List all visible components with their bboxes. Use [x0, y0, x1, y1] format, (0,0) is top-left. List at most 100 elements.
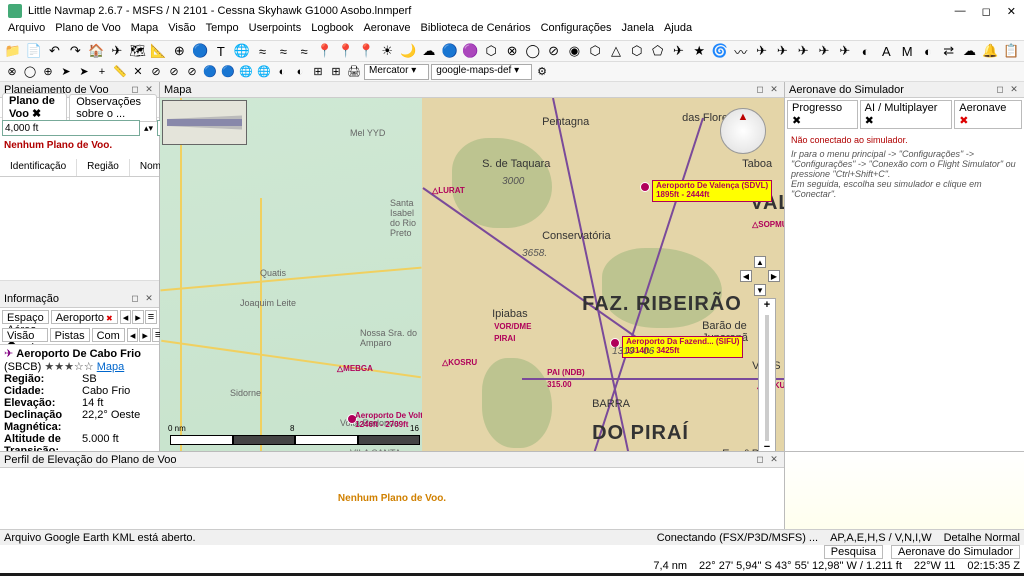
minimap[interactable] — [162, 100, 247, 145]
menu-tempo[interactable]: Tempo — [206, 22, 239, 40]
tab-airport[interactable]: Aeroporto — [51, 310, 118, 324]
toolbar1-btn-21[interactable]: 🔵 — [441, 42, 459, 60]
toolbar2-btn-5[interactable]: + — [94, 64, 110, 80]
subtab-prev[interactable]: ◂ — [127, 328, 139, 342]
toolbar1-btn-35[interactable]: 〰 — [732, 42, 750, 60]
toolbar1-btn-13[interactable]: ≈ — [274, 42, 292, 60]
panel-close-button[interactable]: ✕ — [143, 293, 155, 305]
menu-janela[interactable]: Janela — [622, 22, 654, 40]
tab-sim-aircraft[interactable]: Aeronave do Simulador — [891, 545, 1020, 559]
toolbar2-btn-10[interactable]: ⊘ — [184, 64, 200, 80]
toolbar2-btn-17[interactable]: ⊞ — [310, 64, 326, 80]
toolbar1-btn-2[interactable]: ↶ — [46, 42, 64, 60]
toolbar1-btn-20[interactable]: ☁ — [420, 42, 438, 60]
subtab-com[interactable]: Com — [92, 328, 125, 342]
toolbar2-btn-6[interactable]: 📏 — [112, 64, 128, 80]
toolbar1-btn-32[interactable]: ✈ — [670, 42, 688, 60]
airport-symbol[interactable] — [640, 182, 650, 192]
toolbar1-btn-3[interactable]: ↷ — [66, 42, 84, 60]
pan-up[interactable]: ▲ — [754, 256, 766, 268]
toolbar2-btn-19[interactable]: 🖨 — [346, 64, 362, 80]
menu-ajuda[interactable]: Ajuda — [664, 22, 692, 40]
map-canvas[interactable]: Mel YYDNova FriburgoSanta Isabel do Rio … — [160, 98, 784, 451]
toolbar1-btn-11[interactable]: 🌐 — [233, 42, 251, 60]
toolbar2-btn-2[interactable]: ⊕ — [40, 64, 56, 80]
menu-visão[interactable]: Visão — [168, 22, 195, 40]
menu-userpoints[interactable]: Userpoints — [249, 22, 302, 40]
menu-mapa[interactable]: Mapa — [131, 22, 159, 40]
toolbar2-btn-12[interactable]: 🔵 — [220, 64, 236, 80]
toolbar2-btn-3[interactable]: ➤ — [58, 64, 74, 80]
toolbar1-btn-47[interactable]: 🔔 — [981, 42, 999, 60]
toolbar2-btn-11[interactable]: 🔵 — [202, 64, 218, 80]
toolbar2-btn-15[interactable]: ◐ — [274, 64, 290, 80]
toolbar1-btn-34[interactable]: 🌀 — [711, 42, 729, 60]
subtab-next[interactable]: ▸ — [139, 328, 151, 342]
toolbar1-btn-17[interactable]: 📍 — [358, 42, 376, 60]
toolbar2-btn-7[interactable]: ✕ — [130, 64, 146, 80]
panel-float-button[interactable]: ◻ — [994, 84, 1006, 96]
menu-logbook[interactable]: Logbook — [311, 22, 353, 40]
toolbar1-btn-33[interactable]: ★ — [690, 42, 708, 60]
toolbar1-btn-36[interactable]: ✈ — [753, 42, 771, 60]
pan-down[interactable]: ▼ — [754, 284, 766, 296]
panel-float-button[interactable]: ◻ — [754, 84, 766, 96]
toolbar1-btn-46[interactable]: ☁ — [961, 42, 979, 60]
toolbar2-btn-1[interactable]: ◯ — [22, 64, 38, 80]
toolbar1-btn-48[interactable]: 📋 — [1002, 42, 1020, 60]
tab-ai[interactable]: AI / Multiplayer ✖ — [860, 100, 953, 129]
toolbar2-btn-18[interactable]: ⊞ — [328, 64, 344, 80]
toolbar1-btn-16[interactable]: 📍 — [337, 42, 355, 60]
toolbar1-btn-27[interactable]: ◉ — [566, 42, 584, 60]
pan-pad[interactable]: ▲ ▼ ◀ ▶ — [740, 256, 780, 296]
menu-biblioteca de cenários[interactable]: Biblioteca de Cenários — [421, 22, 531, 40]
menu-aeronave[interactable]: Aeronave — [363, 22, 410, 40]
toolbar1-btn-41[interactable]: ◐ — [857, 42, 875, 60]
menu-plano de voo[interactable]: Plano de Voo — [55, 22, 120, 40]
zoom-in-button[interactable]: + — [759, 299, 775, 315]
toolbar1-btn-38[interactable]: ✈ — [794, 42, 812, 60]
zoom-slider[interactable]: + − — [758, 298, 776, 451]
toolbar1-btn-4[interactable]: 🏠 — [87, 42, 105, 60]
close-button[interactable]: ✕ — [1007, 5, 1016, 18]
toolbar1-btn-10[interactable]: T — [212, 42, 230, 60]
tab-next[interactable]: ▸ — [132, 310, 144, 324]
toolbar1-btn-7[interactable]: 📐 — [150, 42, 168, 60]
tab-search[interactable]: Pesquisa — [824, 545, 883, 559]
toolbar1-btn-19[interactable]: 🌙 — [399, 42, 417, 60]
toolbar1-btn-25[interactable]: ◯ — [524, 42, 542, 60]
menu-configurações[interactable]: Configurações — [541, 22, 612, 40]
toolbar1-btn-30[interactable]: ⬡ — [628, 42, 646, 60]
toolbar1-btn-37[interactable]: ✈ — [773, 42, 791, 60]
toolbar1-btn-14[interactable]: ≈ — [295, 42, 313, 60]
toolbar2-btn-8[interactable]: ⊘ — [148, 64, 164, 80]
toolbar1-btn-43[interactable]: M — [898, 42, 916, 60]
altitude-input[interactable] — [2, 120, 140, 136]
toolbar1-btn-39[interactable]: ✈ — [815, 42, 833, 60]
toolbar2-btn-16[interactable]: ◐ — [292, 64, 308, 80]
toolbar1-btn-24[interactable]: ⊗ — [503, 42, 521, 60]
toolbar1-btn-40[interactable]: ✈ — [836, 42, 854, 60]
toolbar1-btn-42[interactable]: A — [877, 42, 895, 60]
toolbar1-btn-22[interactable]: 🟣 — [462, 42, 480, 60]
toolbar2-btn-9[interactable]: ⊘ — [166, 64, 182, 80]
panel-close-button[interactable]: ✕ — [1008, 84, 1020, 96]
toolbar2-btn-0[interactable]: ⊗ — [4, 64, 20, 80]
toolbar1-btn-18[interactable]: ☀ — [378, 42, 396, 60]
maximize-button[interactable]: ◻ — [982, 5, 991, 18]
combo2[interactable]: google-maps-def ▾ — [431, 64, 532, 80]
minimize-button[interactable]: — — [955, 5, 966, 18]
toolbar1-btn-0[interactable]: 📁 — [4, 42, 22, 60]
toolbar1-btn-26[interactable]: ⊘ — [545, 42, 563, 60]
toolbar1-btn-8[interactable]: ⊕ — [170, 42, 188, 60]
panel-float-button[interactable]: ◻ — [129, 293, 141, 305]
toolbar1-btn-28[interactable]: ⬡ — [586, 42, 604, 60]
toolbar1-btn-1[interactable]: 📄 — [25, 42, 43, 60]
panel-close-button[interactable]: ✕ — [768, 84, 780, 96]
tab-prev[interactable]: ◂ — [120, 310, 132, 324]
tab-airspace[interactable]: Espaço Aéreo ✖ — [2, 310, 49, 324]
combo1[interactable]: Mercator ▾ — [364, 64, 429, 80]
col-region[interactable]: Região — [77, 159, 130, 176]
toolbar2-btn-4[interactable]: ➤ — [76, 64, 92, 80]
toolbar1-btn-12[interactable]: ≈ — [254, 42, 272, 60]
